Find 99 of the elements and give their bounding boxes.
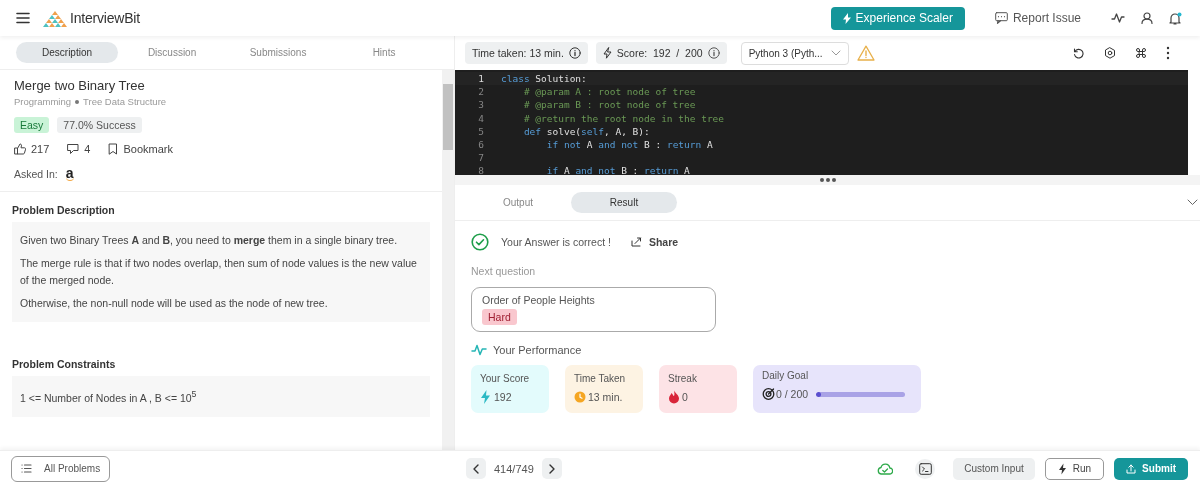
paragraph: Otherwise, the non-null node will be used as the node of new tree. <box>20 296 329 311</box>
stat-label: Your Score <box>480 373 531 384</box>
reset-icon[interactable] <box>1073 47 1084 59</box>
next-question-label: Next question <box>471 265 537 277</box>
activity-icon <box>471 344 487 356</box>
chevron-right-icon <box>548 463 555 474</box>
paragraph: Given two Binary Trees A and B, you need to merge them in a single binary tree. <box>20 233 399 248</box>
lightning-icon <box>1057 462 1067 475</box>
question-title: Order of People Heights <box>482 294 596 306</box>
tab[interactable]: Description <box>16 42 119 63</box>
next-question-card[interactable]: Order of People Heights Hard <box>471 287 716 332</box>
bookmark-button[interactable]: Bookmark <box>108 143 173 155</box>
scrollbar[interactable] <box>442 70 454 450</box>
difficulty-badge: Easy <box>14 117 50 133</box>
stat-value: 0 / 200 <box>776 388 809 400</box>
message-icon <box>994 12 1008 24</box>
activity-icon[interactable] <box>1111 13 1125 23</box>
list-icon <box>21 464 32 473</box>
next-button[interactable] <box>541 458 562 479</box>
logo[interactable]: InterviewBit <box>42 9 140 27</box>
tab[interactable]: Result <box>571 192 677 213</box>
tab[interactable]: Output <box>465 192 571 213</box>
code-line: if A and not B : return A <box>545 165 690 175</box>
code-line: if not A and not B : return A <box>545 139 713 151</box>
menu-icon[interactable] <box>16 12 30 24</box>
report-issue-button[interactable]: Report Issue <box>994 11 1081 25</box>
command-icon[interactable] <box>1136 48 1146 58</box>
submit-button[interactable]: Submit <box>1114 457 1188 480</box>
terminal-icon <box>918 462 932 475</box>
line-number: 7 <box>477 152 485 164</box>
tab[interactable]: Discussion <box>120 42 225 63</box>
user-icon[interactable] <box>1141 12 1153 24</box>
thumbs-up-icon <box>14 143 26 155</box>
paragraph: 1 <= Number of Nodes in A , B <= 10$^{5}$ <box>20 388 198 406</box>
line-number: 3 <box>477 99 485 111</box>
language-dropdown[interactable]: Python 3 (Pyth... <box>740 41 849 65</box>
flame-icon <box>668 390 681 404</box>
score-text: Score: 192 / 200 <box>616 47 703 59</box>
code-line: # @param A : root node of tree <box>522 86 696 98</box>
bullet-icon <box>75 99 80 104</box>
line-number: 5 <box>477 125 485 137</box>
warning-icon <box>856 45 875 61</box>
difficulty-badge: Hard <box>482 309 517 325</box>
stat-value: 13 min. <box>588 391 623 403</box>
check-circle-icon <box>471 233 489 251</box>
code-line: class Solution: <box>501 73 587 85</box>
upload-icon <box>1126 463 1137 474</box>
logo-mark-icon <box>42 9 68 27</box>
company-logo[interactable]: a <box>65 167 74 181</box>
share-button[interactable]: Share <box>630 236 679 248</box>
tab[interactable]: Submissions <box>226 42 331 63</box>
info-icon <box>707 47 720 59</box>
chevron-left-icon <box>473 463 479 474</box>
like-button[interactable]: 217 <box>14 143 50 155</box>
problem-title: Merge two Binary Tree <box>14 78 146 93</box>
performance-heading: Your Performance <box>493 344 582 356</box>
tab[interactable]: Hints <box>332 42 436 63</box>
bell-icon[interactable] <box>1169 11 1182 25</box>
lightning-icon <box>602 47 612 59</box>
stat-value: 0 <box>682 391 688 403</box>
settings-icon[interactable] <box>1104 47 1116 59</box>
comment-icon <box>67 143 80 155</box>
share-icon <box>630 237 642 247</box>
line-number: 6 <box>477 139 485 151</box>
custom-input-button[interactable]: Custom Input <box>953 457 1035 480</box>
stat-label: Streak <box>668 373 698 384</box>
stat-label: Time Taken <box>574 373 627 384</box>
stat-label: Daily Goal <box>762 370 810 381</box>
success-rate: 77.0% Success <box>57 117 142 133</box>
paragraph: The merge rule is that if two nodes overlap, then sum of node values is the new value of the merged node. <box>20 256 418 288</box>
all-problems-button[interactable]: All Problems <box>11 455 111 482</box>
comments-button[interactable]: 4 <box>67 143 91 155</box>
cloud-check-icon[interactable] <box>877 462 894 475</box>
timer-text: Time taken: 13 min. <box>472 47 564 59</box>
asked-in-label: Asked In: <box>14 168 58 180</box>
previous-button[interactable] <box>466 458 486 479</box>
bookmark-icon <box>108 143 119 155</box>
line-number: 1 <box>477 73 485 85</box>
info-icon <box>568 47 581 59</box>
clock-icon <box>574 390 587 404</box>
lightning-icon <box>842 12 851 24</box>
chevron-down-icon[interactable] <box>1187 199 1198 206</box>
terminal-button[interactable] <box>915 458 936 479</box>
code-line: # @return the root node in the tree <box>522 112 725 124</box>
more-icon[interactable] <box>1166 46 1170 60</box>
line-number: 8 <box>477 165 485 175</box>
page-counter: 414/749 <box>494 462 534 475</box>
run-button[interactable]: Run <box>1044 457 1105 480</box>
line-number: 2 <box>477 86 485 98</box>
experience-scaler-button[interactable]: Experience Scaler <box>830 6 965 30</box>
section-heading: Problem Constraints <box>12 358 117 370</box>
target-icon <box>762 387 775 401</box>
stat-value: 192 <box>494 391 512 403</box>
code-line: # @param B : root node of tree <box>522 99 696 111</box>
line-number: 4 <box>477 112 485 124</box>
result-message: Your Answer is correct ! <box>501 236 611 248</box>
chevron-down-icon <box>830 50 841 56</box>
code-line: def solve(self, A, B): <box>522 125 650 137</box>
section-heading: Problem Description <box>12 204 116 216</box>
